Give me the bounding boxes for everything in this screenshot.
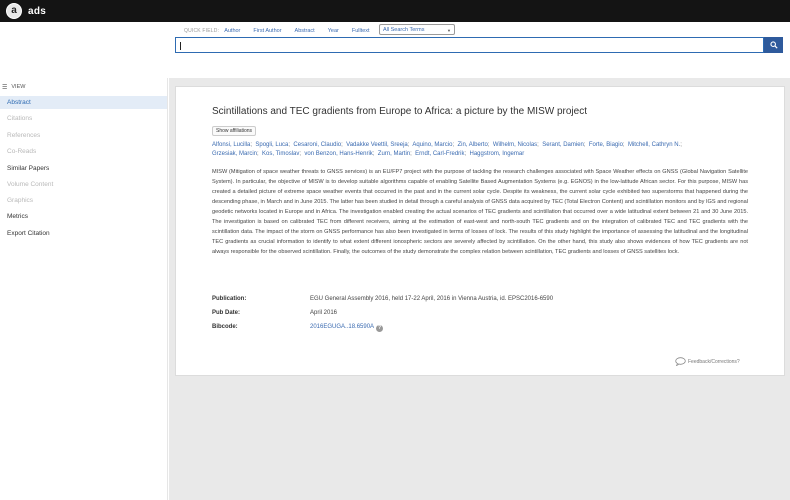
bibcode-link[interactable]: 2016EGUGA..18.6590A — [310, 324, 374, 330]
bibcode-label: Bibcode: — [212, 324, 238, 330]
paper-title: Scintillations and TEC gradients from Eu… — [212, 106, 587, 117]
logo-text: ads — [28, 5, 47, 17]
comment-icon — [675, 357, 686, 366]
feedback-label: Feedback/Corrections? — [688, 358, 740, 365]
author-link[interactable]: Forte, Biagio — [589, 142, 623, 148]
author-link[interactable]: Serant, Damien — [542, 142, 584, 148]
pub-date-label: Pub Date: — [212, 310, 241, 316]
sidebar-item-similar-papers[interactable]: Similar Papers — [0, 162, 167, 175]
sidebar-item-graphics: Graphics — [7, 197, 34, 204]
logo-letter: a — [11, 5, 17, 16]
author-link[interactable]: Vadakke Veettil, Sreeja — [346, 142, 408, 148]
author-link[interactable]: Kos, Timoslav — [262, 151, 299, 157]
quick-field-year[interactable]: Year — [328, 28, 339, 34]
author-link[interactable]: Alfonsi, Lucilla — [212, 142, 250, 148]
top-bar: a ads — [0, 0, 790, 22]
bibcode-value-wrap: 2016EGUGA..18.6590A? — [310, 324, 384, 332]
publication-row: Publication: EGU General Assembly 2016, … — [212, 296, 752, 305]
author-link[interactable]: Spogli, Luca — [255, 142, 288, 148]
sidebar-item-co-reads: Co-Reads — [7, 148, 37, 155]
sidebar-item-metrics[interactable]: Metrics — [0, 210, 167, 223]
author-link[interactable]: Cesaroni, Claudio — [293, 142, 341, 148]
menu-icon: ☰ — [2, 84, 8, 91]
author-link[interactable]: von Benzon, Hans-Henrik — [304, 151, 372, 157]
quick-field-author[interactable]: Author — [224, 28, 240, 34]
author-link[interactable]: Grzesiak, Marcin — [212, 151, 257, 157]
author-link[interactable]: Erndt, Carl-Fredrik — [415, 151, 464, 157]
abstract-card: Scintillations and TEC gradients from Eu… — [175, 86, 785, 376]
feedback-link[interactable]: Feedback/Corrections? — [675, 357, 740, 366]
view-toggle[interactable]: ☰ VIEW — [0, 82, 25, 92]
author-link[interactable]: Wilhelm, Nicolas — [493, 142, 537, 148]
sidebar-item-citations: Citations — [7, 115, 33, 122]
author-list: Alfonsi, Lucilla; Spogli, Luca; Cesaroni… — [212, 142, 682, 157]
quick-field-abstract[interactable]: Abstract — [295, 28, 315, 34]
sidebar-item-export-citation[interactable]: Export Citation — [0, 227, 167, 240]
author-link[interactable]: Zin, Alberto — [457, 142, 487, 148]
search-icon — [769, 41, 778, 49]
author-link[interactable]: Haggstrom, Ingemar — [470, 151, 525, 157]
pub-date-row: Pub Date: April 2016 — [212, 310, 752, 319]
publication-value: EGU General Assembly 2016, held 17-22 Ap… — [310, 296, 554, 302]
publication-label: Publication: — [212, 296, 247, 302]
quick-field-label: QUICK FIELD: — [184, 27, 220, 34]
show-affiliations-button[interactable]: Show affiliations — [212, 126, 257, 136]
quick-fields: QUICK FIELD: Author First Author Abstrac… — [184, 24, 455, 36]
ads-logo[interactable]: a ads — [6, 2, 46, 20]
logo-icon: a — [6, 3, 22, 19]
search-terms-select[interactable]: All Search Terms ▼ — [379, 24, 455, 35]
sidebar-item-references: References — [7, 132, 41, 139]
chevron-down-icon: ▼ — [447, 28, 451, 33]
author-link[interactable]: Zurn, Martin — [378, 151, 410, 157]
quick-field-fulltext[interactable]: Fulltext — [352, 28, 370, 34]
pub-date-value: April 2016 — [310, 310, 338, 316]
author-link[interactable]: Mitchell, Cathryn N. — [628, 142, 680, 148]
search-button[interactable] — [764, 37, 783, 53]
search-input[interactable] — [175, 37, 764, 53]
help-icon[interactable]: ? — [376, 325, 384, 332]
author-link[interactable]: Aquino, Marcio — [412, 142, 452, 148]
text-cursor — [180, 42, 181, 50]
sidebar-item-abstract[interactable]: Abstract — [0, 96, 167, 109]
view-label: VIEW — [11, 84, 26, 90]
bibcode-row: Bibcode: 2016EGUGA..18.6590A? — [212, 324, 752, 333]
quick-field-first-author[interactable]: First Author — [253, 28, 281, 34]
sidebar-item-volume-content: Volume Content — [7, 181, 54, 188]
search-terms-select-value: All Search Terms — [383, 26, 425, 33]
abstract-text: MISW (Mitigation of space weather threat… — [212, 169, 748, 255]
sidebar: ☰ VIEW Abstract Citations References Co-… — [0, 78, 168, 500]
